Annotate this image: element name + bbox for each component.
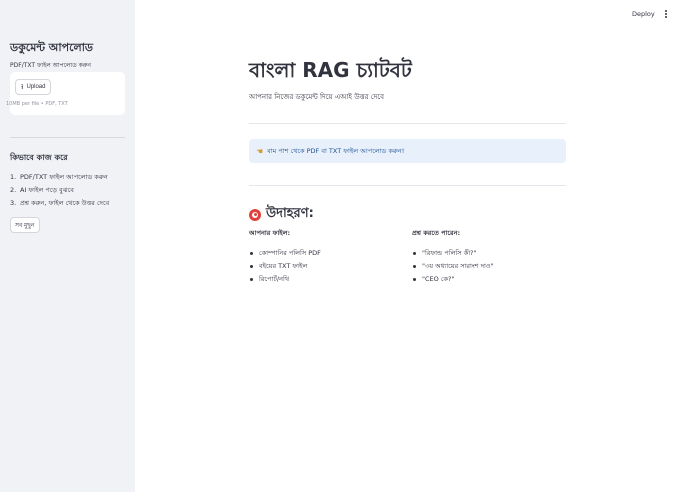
list-item: বইয়ের TXT ফাইল <box>249 260 321 273</box>
upload-icon: ⭱ <box>21 83 24 91</box>
target-icon <box>249 208 261 221</box>
list-item: কোম্পানির পলিসি PDF <box>249 247 321 260</box>
examples-title: উদাহরণ: <box>266 206 314 221</box>
info-alert-text: বাম পাশ থেকে PDF বা TXT ফাইল আপলোড করুন! <box>267 146 405 155</box>
how-it-works-steps: 1. PDF/TXT ফাইল আপলোড করুন 2. AI ফাইল পড়ে… <box>10 171 109 210</box>
clear-all-button[interactable]: সব মুছুন <box>10 217 40 233</box>
list-item: "৩য় অধ্যায়ের সারাংশ দাও" <box>412 260 494 273</box>
upload-hint: 10MB per file • PDF, TXT <box>6 101 68 107</box>
deploy-button[interactable]: Deploy <box>632 8 655 20</box>
vertical-dots-icon[interactable] <box>661 8 671 20</box>
list-item: "CEO কে?" <box>412 273 494 286</box>
upload-button[interactable]: ⭱ Upload <box>15 79 52 95</box>
sidebar-divider <box>10 137 125 138</box>
info-alert: ☚ বাম পাশ থেকে PDF বা TXT ফাইল আপলোড করু… <box>249 139 566 163</box>
questions-column: প্রশ্ন করতে পারেন: "রিফান্ড পলিসি কী?" "… <box>412 228 494 286</box>
list-item: রিপোর্ট/নথি <box>249 273 321 286</box>
step-item: 2. AI ফাইল পড়ে বুঝবে <box>10 186 74 194</box>
list-item: "রিফান্ড পলিসি কী?" <box>412 247 494 260</box>
sidebar: ডকুমেন্ট আপলোড PDF/TXT ফাইল আপলোড করুন ⭱… <box>0 0 135 492</box>
files-heading: আপনার ফাইল: <box>249 229 291 237</box>
questions-list: "রিফান্ড পলিসি কী?" "৩য় অধ্যায়ের সারাং… <box>412 247 494 286</box>
pointing-hand-icon: ☚ <box>256 146 264 156</box>
how-it-works-title: কিভাবে কাজ করে <box>10 153 68 162</box>
questions-heading: প্রশ্ন করতে পারেন: <box>412 229 461 237</box>
file-uploader-dropzone[interactable]: ⭱ Upload <box>10 72 125 115</box>
sidebar-title: ডকুমেন্ট আপলোড <box>10 41 94 54</box>
upload-button-label: Upload <box>26 84 46 90</box>
divider <box>249 123 566 124</box>
page-title: বাংলা RAG চ্যাটবট <box>249 58 412 82</box>
step-item: 1. PDF/TXT ফাইল আপলোড করুন <box>10 173 108 181</box>
page-subtitle: আপনার নিজের ডকুমেন্ট দিয়ে এআই উত্তর দেব… <box>249 93 384 101</box>
step-item: 3. প্রশ্ন করুন, ফাইল থেকে উত্তর দেবে <box>10 199 110 207</box>
sidebar-subtitle: PDF/TXT ফাইল আপলোড করুন <box>10 62 91 69</box>
files-column: আপনার ফাইল: কোম্পানির পলিসি PDF বইয়ের T… <box>249 228 321 286</box>
examples-heading: উদাহরণ: <box>249 204 314 225</box>
files-list: কোম্পানির পলিসি PDF বইয়ের TXT ফাইল রিপো… <box>249 247 321 286</box>
divider <box>249 185 566 186</box>
